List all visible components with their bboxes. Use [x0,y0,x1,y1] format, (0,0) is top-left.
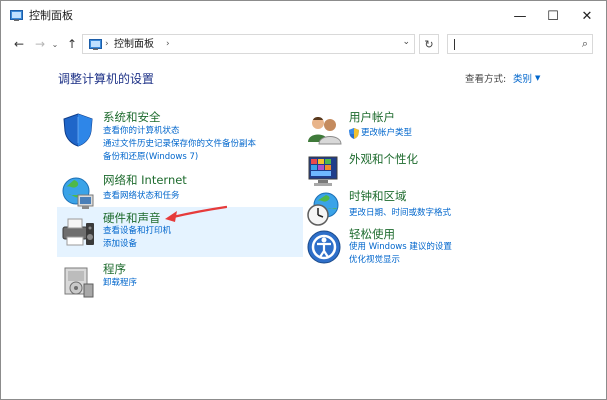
address-bar[interactable]: › 控制面板 › ⌄ [82,34,415,54]
breadcrumb-separator[interactable]: › [105,38,109,50]
annotation-arrow-icon [165,205,227,222]
link-change-account-type[interactable]: 更改帐户类型 [361,128,412,139]
navigation-bar: ← → ⌄ ↑ › 控制面板 › ⌄ ↻ ⌕ [1,31,606,57]
category-title[interactable]: 外观和个性化 [349,152,418,167]
link-recommended-settings[interactable]: 使用 Windows 建议的设置 [349,242,452,253]
title-bar[interactable]: 控制面板 — ☐ ✕ [1,1,606,31]
text-cursor [454,39,455,50]
link-uninstall-program[interactable]: 卸载程序 [103,278,137,289]
window: 控制面板 — ☐ ✕ ← → ⌄ ↑ › 控制面板 › ⌄ ↻ ⌕ 调整计算机的… [0,0,607,400]
category-title[interactable]: 时钟和区域 [349,189,407,204]
category-title[interactable]: 硬件和声音 [103,211,161,226]
maximize-button[interactable]: ☐ [536,1,570,31]
link-add-device[interactable]: 添加设备 [103,239,137,250]
link-devices-printers[interactable]: 查看设备和打印机 [103,226,171,237]
up-button[interactable]: ↑ [63,34,81,54]
search-input[interactable]: ⌕ [447,34,593,54]
link-network-status[interactable]: 查看网络状态和任务 [103,191,180,202]
breadcrumb-separator[interactable]: › [166,38,170,50]
printer-speaker-icon [62,218,94,246]
link-view-computer-status[interactable]: 查看你的计算机状态 [103,126,180,137]
view-by-label: 查看方式: [465,74,507,85]
uac-shield-icon [349,128,359,139]
clock-globe-icon [307,192,339,226]
appearance-monitor-icon [308,156,338,186]
breadcrumb-control-panel[interactable]: 控制面板 [114,38,154,51]
category-title[interactable]: 网络和 Internet [103,173,187,188]
link-file-history-backup[interactable]: 通过文件历史记录保存你的文件备份副本 [103,139,256,150]
view-by-dropdown[interactable]: 类别 [513,73,532,86]
category-title[interactable]: 系统和安全 [103,110,161,125]
network-globe-icon [62,177,94,209]
chevron-down-icon[interactable]: ⌄ [402,37,410,47]
shield-icon [63,113,93,147]
link-change-date-time-format[interactable]: 更改日期、时间或数字格式 [349,208,451,219]
forward-button[interactable]: → [31,34,49,54]
refresh-button[interactable]: ↻ [419,34,439,54]
control-panel-icon [89,39,102,50]
search-icon[interactable]: ⌕ [582,37,588,51]
back-button[interactable]: ← [10,34,28,54]
minimize-button[interactable]: — [503,1,537,31]
category-title[interactable]: 用户帐户 [349,110,395,125]
category-title[interactable]: 程序 [103,262,126,277]
recent-locations-button[interactable]: ⌄ [50,34,60,54]
page-title: 调整计算机的设置 [58,72,155,86]
category-title[interactable]: 轻松使用 [349,227,395,242]
control-panel-icon [10,10,23,21]
link-optimize-visual-display[interactable]: 优化视觉显示 [349,255,400,266]
accessibility-icon [307,230,341,264]
link-backup-restore[interactable]: 备份和还原(Windows 7) [103,152,198,163]
users-icon [308,117,342,145]
window-title: 控制面板 [29,9,73,22]
program-box-icon [64,267,94,298]
close-button[interactable]: ✕ [570,1,604,31]
caret-down-icon[interactable]: ▼ [535,74,540,82]
